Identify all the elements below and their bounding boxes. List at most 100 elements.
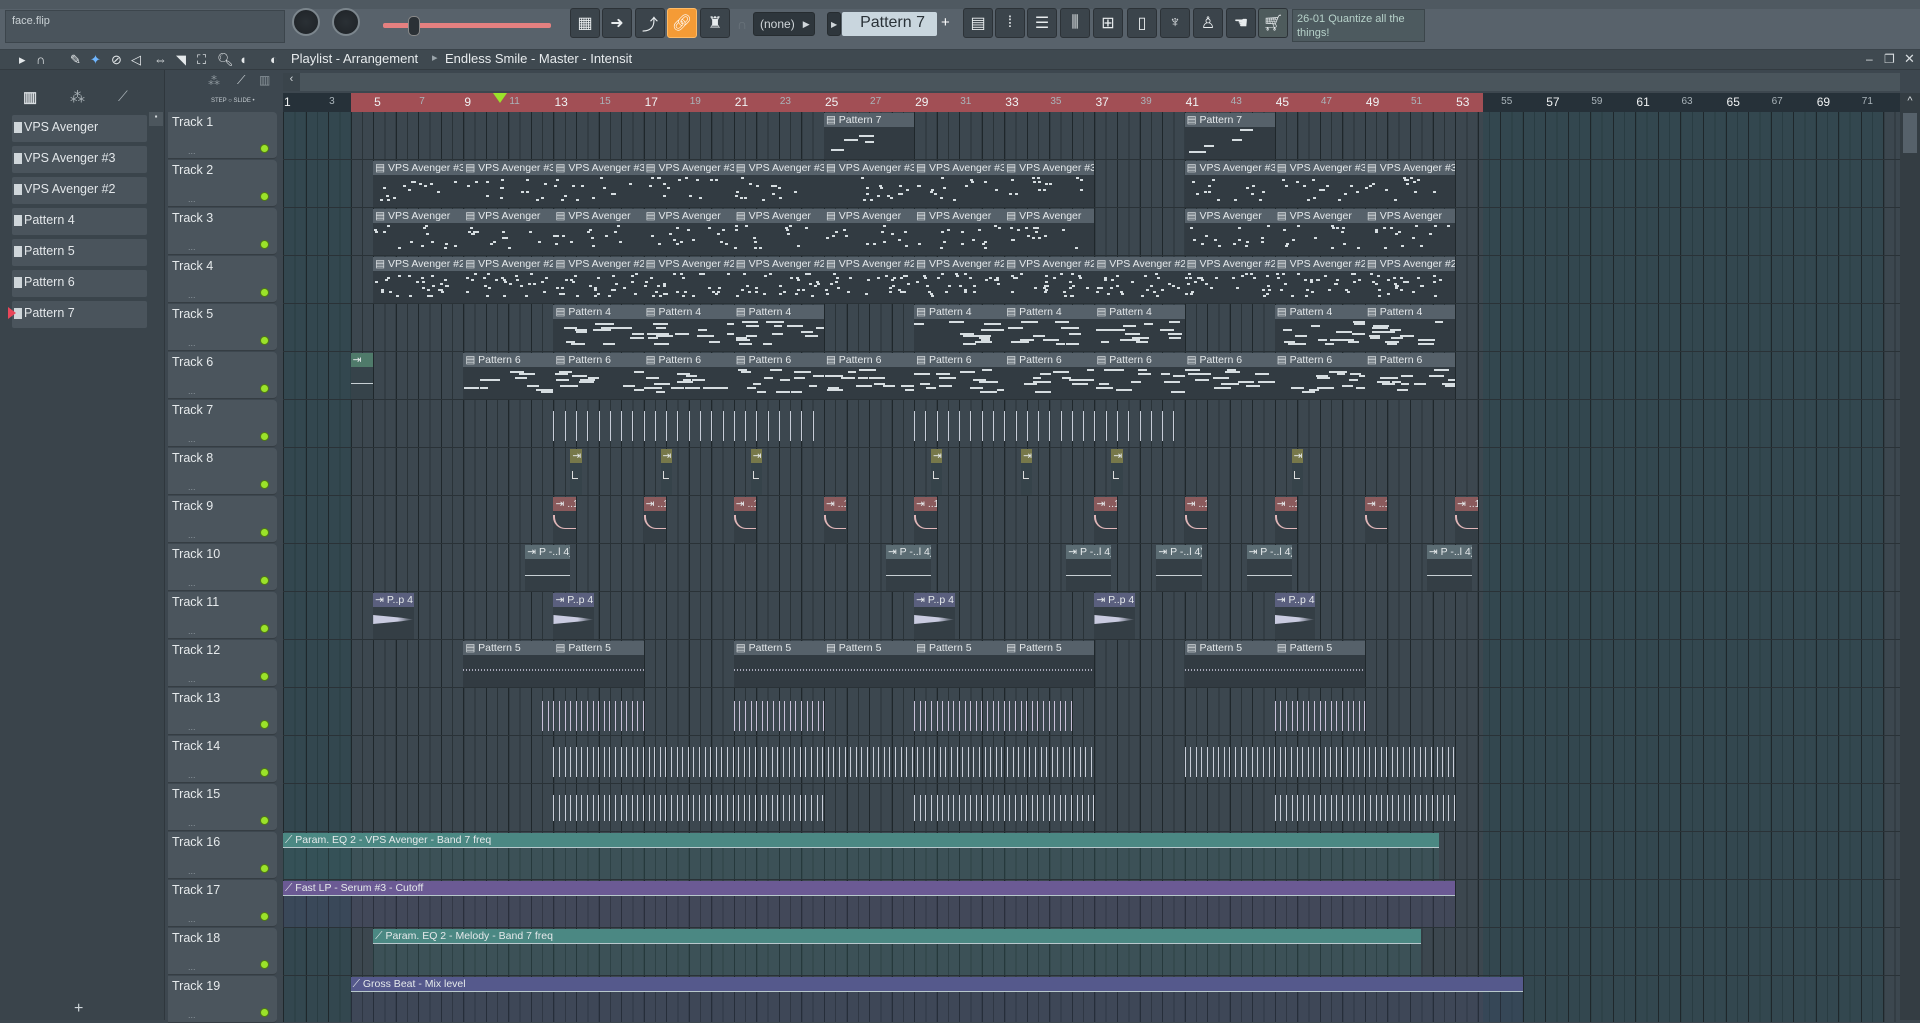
select-icon[interactable]: ⛶: [197, 52, 206, 68]
track-mute-led[interactable]: [260, 816, 269, 825]
clip[interactable]: ▤ VPS Avenger #3: [373, 161, 464, 207]
browser-scroll-up[interactable]: ▪: [149, 112, 163, 126]
track-name[interactable]: Track 10: [172, 547, 220, 561]
track-mute-led[interactable]: [260, 624, 269, 633]
track-name[interactable]: Track 2: [172, 163, 213, 177]
clip[interactable]: ▤ VPS Avenger #2: [1004, 257, 1095, 303]
browser-item[interactable]: Pattern 7: [8, 301, 147, 328]
track-header[interactable]: Track 9...: [168, 496, 277, 543]
wizard-button[interactable]: ♙: [1193, 8, 1223, 38]
clip[interactable]: [553, 401, 823, 447]
curve-button[interactable]: ⤴: [635, 8, 665, 38]
clip[interactable]: ▤ VPS Avenger #3: [1004, 161, 1095, 207]
clip[interactable]: ▤ Pattern 4: [1094, 305, 1185, 351]
clip[interactable]: ⇥ P -..l 4): [525, 545, 571, 591]
track-header[interactable]: Track 2...: [168, 160, 277, 207]
overview-scrollbar[interactable]: [300, 73, 1900, 91]
delete-icon[interactable]: ⊘: [111, 52, 122, 68]
clip[interactable]: ▤ Pattern 4: [643, 305, 734, 351]
clip[interactable]: ⇥ ..1: [823, 497, 847, 543]
track-mute-led[interactable]: [260, 240, 269, 249]
clip[interactable]: ⟋ Gross Beat - Mix level: [350, 977, 1523, 1022]
browser-item[interactable]: Pattern 5: [12, 239, 147, 266]
browser-item[interactable]: VPS Avenger #3: [12, 146, 147, 173]
clip[interactable]: ⇥: [570, 449, 582, 495]
track-options-icon[interactable]: ...: [188, 1010, 196, 1020]
clip[interactable]: ⇥ P -..l 4): [1156, 545, 1202, 591]
clip[interactable]: ⇥ P -..l 4): [1066, 545, 1112, 591]
pattern-selector[interactable]: Pattern 7: [842, 12, 937, 36]
clip[interactable]: ⟋ Fast LP - Serum #3 - Cutoff: [283, 881, 1456, 927]
track-header[interactable]: Track 1...: [168, 112, 277, 159]
track-options-icon[interactable]: ...: [188, 482, 196, 492]
clip[interactable]: ▤ Pattern 7: [1184, 113, 1275, 159]
track-mute-led[interactable]: [260, 288, 269, 297]
clip[interactable]: [914, 785, 1095, 831]
clip[interactable]: ▤ VPS Avenger #3: [553, 161, 644, 207]
playlist-window-button[interactable]: ▤: [963, 8, 993, 38]
scroll-thumb[interactable]: [1903, 113, 1917, 153]
clip[interactable]: ▤ VPS Avenger #2: [553, 257, 644, 303]
clip[interactable]: ⇥: [350, 353, 374, 399]
track-options-icon[interactable]: ...: [188, 578, 196, 588]
track-header[interactable]: Track 10...: [168, 544, 277, 591]
clip[interactable]: [553, 785, 824, 831]
clip[interactable]: ▤ VPS Avenger #3: [733, 161, 824, 207]
track-options-icon[interactable]: ...: [188, 386, 196, 396]
track-name[interactable]: Track 4: [172, 259, 213, 273]
slider-thumb[interactable]: [408, 16, 420, 36]
clip[interactable]: ▤ VPS Avenger #2: [1364, 257, 1456, 303]
track-mute-led[interactable]: [260, 192, 269, 201]
clip[interactable]: [733, 689, 824, 735]
clip[interactable]: ▤ VPS Avenger: [1274, 209, 1365, 255]
clip[interactable]: ▤ VPS Avenger #3: [1274, 161, 1365, 207]
track-options-icon[interactable]: ...: [188, 146, 196, 156]
clip[interactable]: ⇥ P -..l 4): [1246, 545, 1292, 591]
clip[interactable]: ▤ VPS Avenger: [1364, 209, 1456, 255]
track-name[interactable]: Track 12: [172, 643, 220, 657]
track-header[interactable]: Track 19...: [168, 976, 277, 1023]
browser-item[interactable]: Pattern 4: [12, 208, 147, 235]
clip[interactable]: ▤ Pattern 7: [823, 113, 915, 159]
track-header[interactable]: Track 16...: [168, 832, 277, 879]
track-name[interactable]: Track 5: [172, 307, 213, 321]
mute-icon[interactable]: ◁: [131, 52, 141, 68]
clip[interactable]: ▤ Pattern 5: [1004, 641, 1095, 687]
clip[interactable]: [1184, 737, 1455, 783]
clip[interactable]: ▤ VPS Avenger #2: [1184, 257, 1275, 303]
track-header[interactable]: Track 12...: [168, 640, 277, 687]
playback-icon[interactable]: ◖: [239, 52, 247, 67]
track-options-icon[interactable]: ...: [188, 818, 196, 828]
clip[interactable]: ▤ VPS Avenger #3: [914, 161, 1005, 207]
track-header[interactable]: Track 15...: [168, 784, 277, 831]
track-mute-led[interactable]: [260, 864, 269, 873]
clip[interactable]: [914, 689, 1072, 735]
track-name[interactable]: Track 8: [172, 451, 213, 465]
clip[interactable]: ▤ Pattern 5: [553, 641, 644, 687]
stamp-button[interactable]: ♜: [700, 8, 730, 38]
track-header[interactable]: Track 7...: [168, 400, 277, 447]
clip[interactable]: ▤ VPS Avenger #3: [1364, 161, 1456, 207]
audio-filter-icon[interactable]: ⁂: [70, 88, 85, 106]
clip[interactable]: ⇥: [1021, 449, 1033, 495]
clip[interactable]: ⇥ ..1: [914, 497, 937, 543]
automation-filter-icon[interactable]: ⟋: [118, 88, 128, 105]
track-header[interactable]: Track 13...: [168, 688, 277, 735]
track-options-icon[interactable]: ...: [188, 674, 196, 684]
clip[interactable]: ⇥ ..1: [553, 497, 576, 543]
track-header[interactable]: Track 6...: [168, 352, 277, 399]
track-name[interactable]: Track 18: [172, 931, 220, 945]
add-pattern-button[interactable]: +: [941, 14, 950, 31]
clip[interactable]: [553, 737, 1094, 783]
clip[interactable]: ▤ Pattern 6: [1004, 353, 1095, 399]
playhead-marker[interactable]: [493, 93, 508, 103]
clip[interactable]: ▤ VPS Avenger #3: [1184, 161, 1275, 207]
track-name[interactable]: Track 7: [172, 403, 213, 417]
clip[interactable]: ▤ VPS Avenger: [373, 209, 464, 255]
track-header[interactable]: Track 8...: [168, 448, 277, 495]
clip[interactable]: ⇥ P -..l 4): [1426, 545, 1472, 591]
browser-item[interactable]: VPS Avenger #2: [12, 177, 147, 204]
timeline-ruler[interactable]: 1 3 5 7 9 11 13 15 17 19 21 23 25 27 29 31 33 35 37 39 41 43 4…: [283, 93, 1900, 112]
clip[interactable]: ▤ Pattern 4: [1004, 305, 1095, 351]
clip[interactable]: ⇥: [1291, 449, 1303, 495]
